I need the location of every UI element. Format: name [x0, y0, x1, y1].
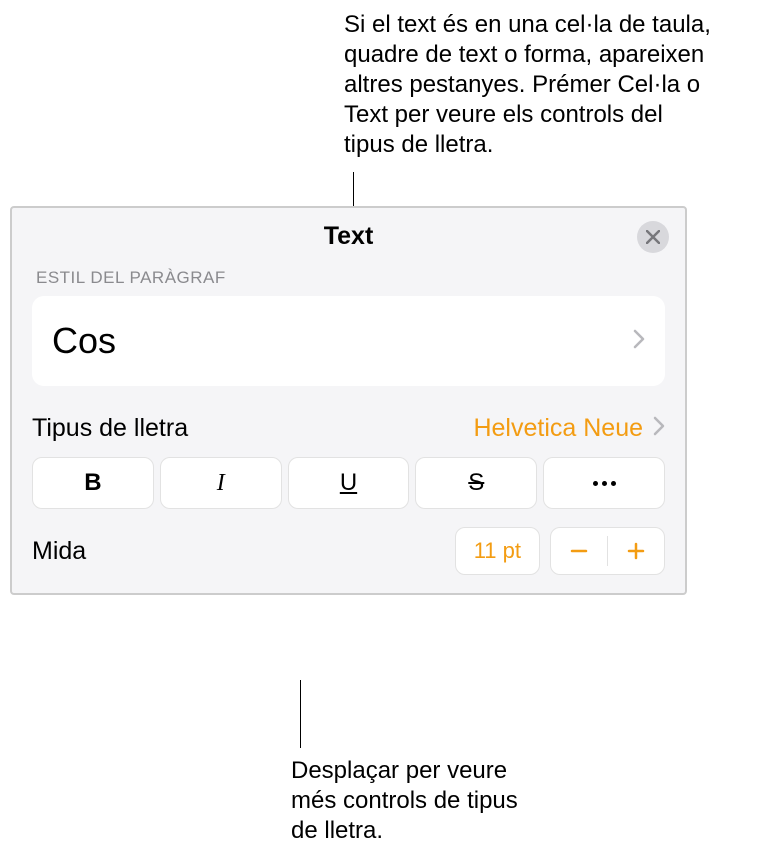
close-icon	[646, 230, 660, 244]
decrease-size-button[interactable]	[551, 528, 607, 574]
text-format-panel: Text ESTIL DEL PARÀGRAF Cos Tipus de lle…	[10, 206, 687, 595]
size-controls: 11 pt	[455, 527, 665, 575]
minus-icon	[569, 541, 589, 561]
panel-title: Text	[324, 222, 374, 251]
more-options-button[interactable]	[543, 457, 665, 509]
size-stepper	[550, 527, 665, 575]
italic-button[interactable]: I	[160, 457, 282, 509]
size-row: Mida 11 pt	[32, 527, 665, 575]
paragraph-style-value: Cos	[52, 320, 116, 362]
callout-text-top: Si el text és en una cel·la de taula, qu…	[344, 10, 714, 160]
callout-text-bottom: Desplaçar per veure més controls de tipu…	[291, 756, 551, 846]
size-label: Mida	[32, 537, 86, 566]
plus-icon	[626, 541, 646, 561]
increase-size-button[interactable]	[608, 528, 664, 574]
paragraph-style-selector[interactable]: Cos	[32, 296, 665, 386]
chevron-right-icon	[633, 329, 645, 354]
ellipsis-icon	[593, 481, 616, 486]
close-button[interactable]	[637, 221, 669, 253]
underline-button[interactable]: U	[288, 457, 410, 509]
font-value: Helvetica Neue	[473, 414, 643, 443]
size-value-button[interactable]: 11 pt	[455, 527, 540, 575]
panel-header: Text	[12, 208, 685, 264]
text-style-buttons: B I U S	[32, 457, 665, 509]
font-selector[interactable]: Tipus de lletra Helvetica Neue	[32, 414, 665, 443]
callout-line	[300, 680, 301, 748]
chevron-right-icon	[653, 416, 665, 441]
font-value-wrap: Helvetica Neue	[473, 414, 665, 443]
strikethrough-button[interactable]: S	[415, 457, 537, 509]
bold-button[interactable]: B	[32, 457, 154, 509]
font-label: Tipus de lletra	[32, 414, 188, 443]
paragraph-style-label: ESTIL DEL PARÀGRAF	[12, 264, 685, 296]
